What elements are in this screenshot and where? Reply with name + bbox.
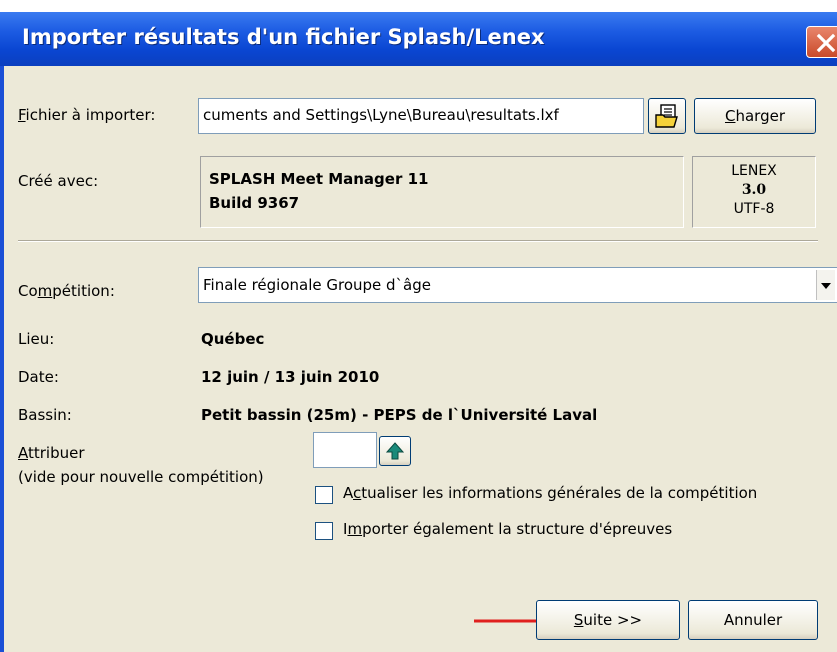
update-info-checkbox[interactable] [315,486,333,504]
assign-input[interactable] [313,432,377,468]
file-path-input[interactable]: cuments and Settings\Lyne\Bureau\resulta… [198,98,644,134]
pool-value: Petit bassin (25m) - PEPS de l`Universit… [201,406,598,424]
created-with-box: SPLASH Meet Manager 11 Build 9367 [200,156,684,228]
cancel-button[interactable]: Annuler [688,600,818,640]
created-with-label: Créé avec: [18,172,99,190]
next-button[interactable]: Suite >> [536,600,680,640]
chevron-down-icon [821,283,831,289]
file-path-value: cuments and Settings\Lyne\Bureau\resulta… [203,106,559,124]
dialog-window: Importer résultats d'un fichier Splash/L… [0,12,837,652]
format-name: LENEX [731,163,777,179]
arrow-up-icon [385,442,405,460]
date-value: 12 juin / 13 juin 2010 [201,368,380,386]
assign-hint: (vide pour nouvelle compétition) [18,468,264,486]
pool-label: Bassin: [18,406,72,424]
browse-button[interactable] [648,98,686,134]
venue-label: Lieu: [18,330,55,348]
format-box: LENEX 3.0 UTF-8 [692,156,816,228]
assign-lookup-button[interactable] [379,436,411,466]
import-structure-label: Importer également la structure d'épreuv… [343,520,673,538]
date-label: Date: [18,368,59,386]
app-name: SPLASH Meet Manager 11 [209,170,429,188]
close-button[interactable] [806,26,837,58]
dialog-client-area: Fichier à importer: cuments and Settings… [4,66,837,652]
open-folder-icon [655,104,678,128]
window-title: Importer résultats d'un fichier Splash/L… [22,25,545,49]
import-structure-checkbox[interactable] [315,522,333,540]
assign-label: Attribuer [18,444,85,462]
file-label: Fichier à importer: [18,106,156,124]
competition-selected-value: Finale régionale Groupe d`âge [203,276,431,294]
app-build: Build 9367 [209,194,300,212]
section-divider [18,240,818,242]
close-icon [816,33,836,53]
competition-label: Compétition: [18,282,115,300]
format-version: 3.0 [741,182,767,198]
venue-value: Québec [201,330,265,348]
competition-select[interactable]: Finale régionale Groupe d`âge [198,267,837,303]
background-strip [0,0,837,12]
load-button[interactable]: Charger [694,98,816,134]
update-info-label: Actualiser les informations générales de… [343,484,758,502]
format-encoding: UTF-8 [733,201,775,217]
dropdown-button[interactable] [816,270,835,300]
title-bar[interactable]: Importer résultats d'un fichier Splash/L… [0,12,837,66]
